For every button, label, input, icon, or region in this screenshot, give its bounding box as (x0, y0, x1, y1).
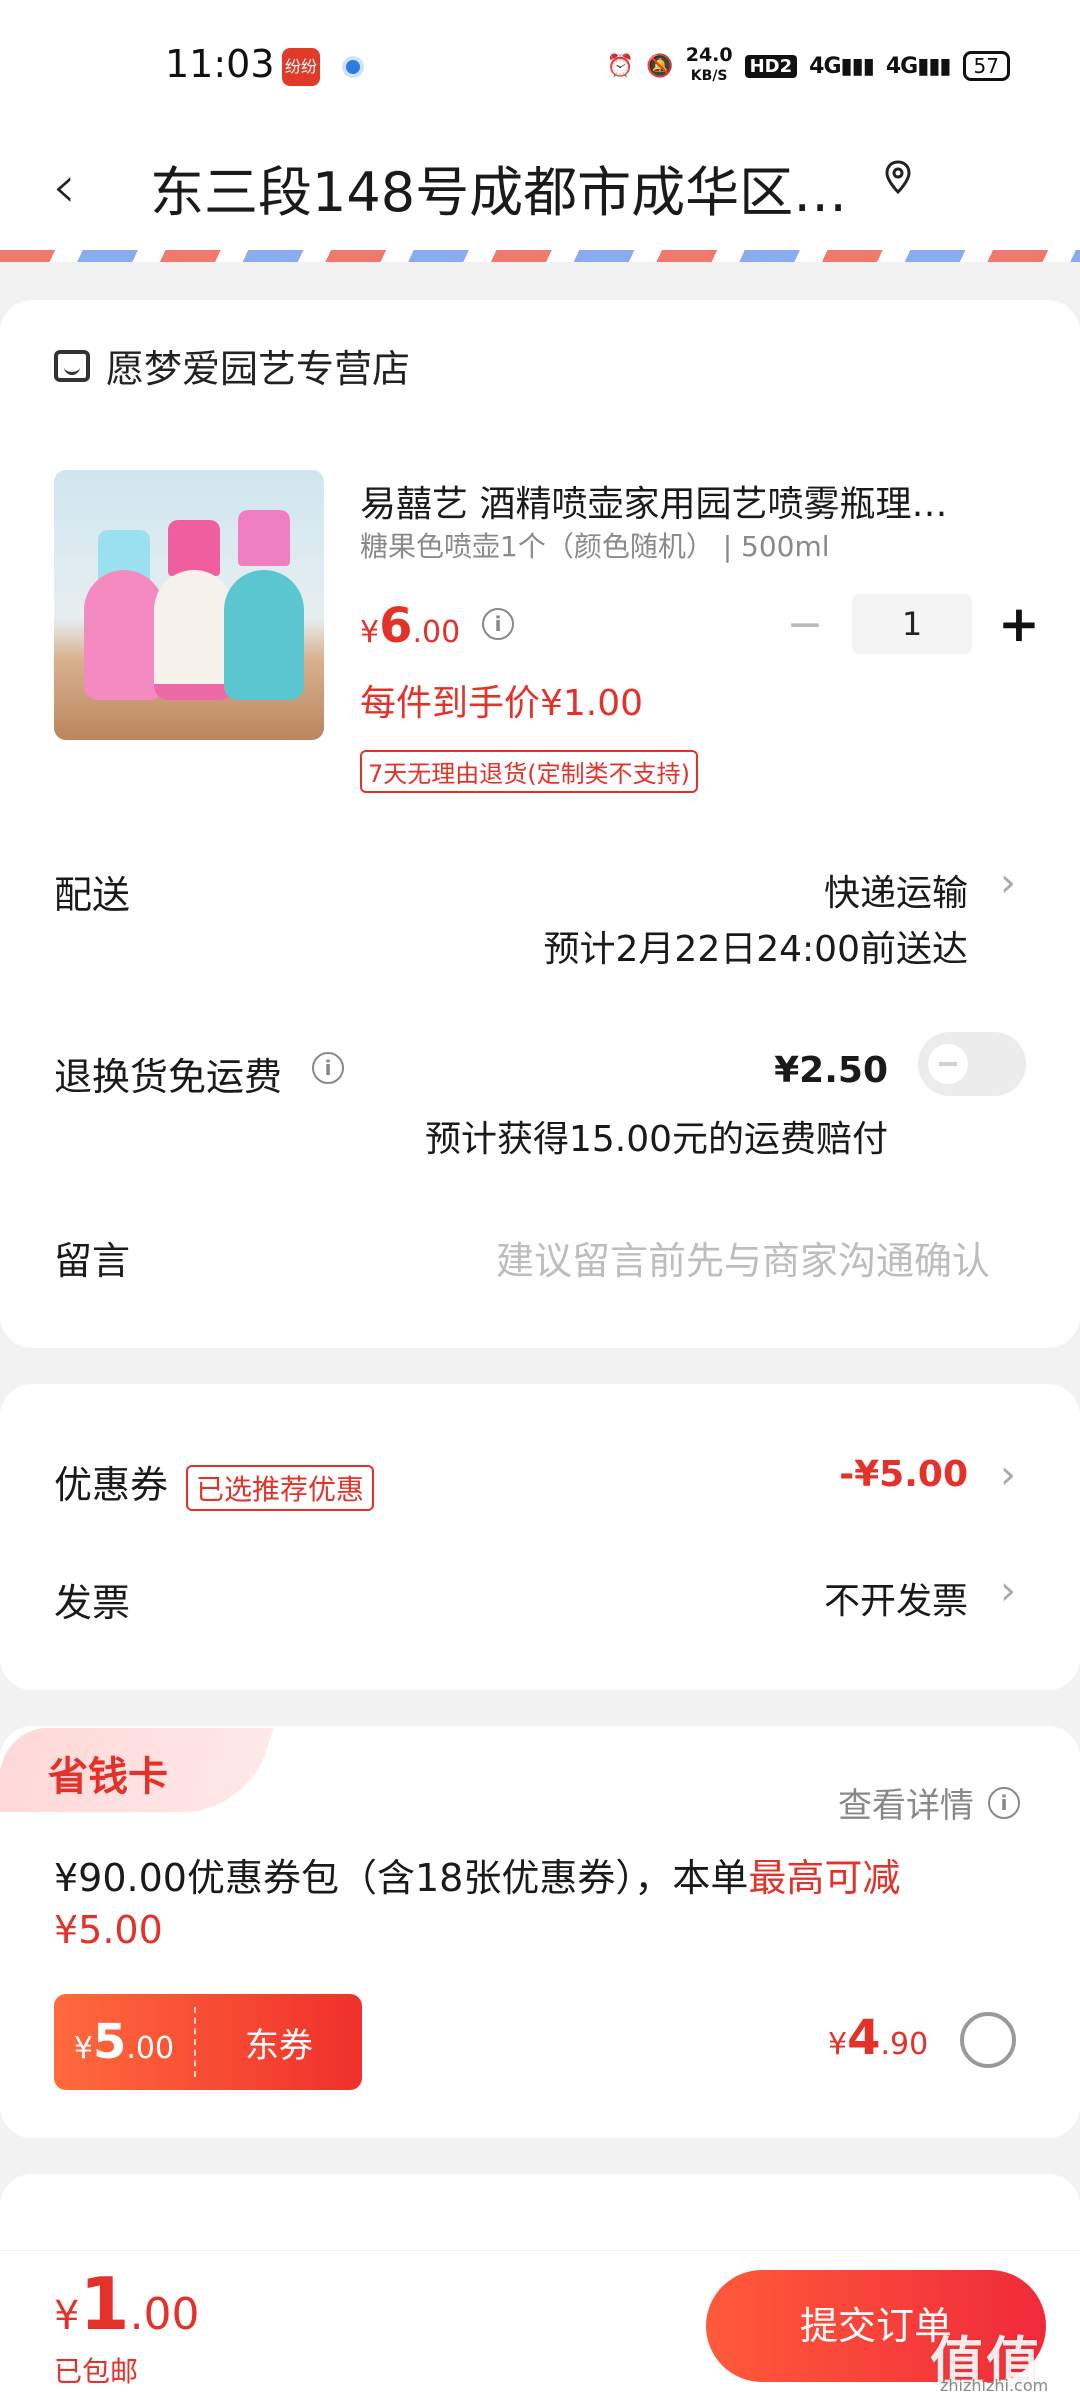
product-price: ¥6.00 (360, 598, 461, 654)
decrease-quantity-button[interactable]: − (780, 599, 830, 650)
header: ‹ 东三段148号成都市成华区… (0, 130, 1080, 250)
saver-card-description: ¥90.00优惠券包（含18张优惠券），本单最高可减 ¥5.00 (54, 1856, 901, 1952)
battery-icon: 57 (962, 51, 1010, 81)
return-shipping-label: 退换货免运费 (54, 1055, 283, 1099)
order-card (0, 300, 1080, 1348)
alarm-icon: ⏰ (606, 53, 635, 79)
quantity-stepper: − 1 + (780, 594, 1044, 654)
return-shipping-note: 预计获得15.00元的运费赔付 (424, 1119, 888, 1160)
location-pin-icon[interactable] (885, 160, 911, 194)
voucher-label: 东券 (245, 2025, 313, 2066)
watermark-url: zhizhizhi.com (940, 2376, 1049, 2395)
delivery-eta: 预计2月22日24:00前送达 (543, 929, 968, 970)
mute-icon: 🔕 (646, 53, 674, 79)
delivery-label: 配送 (54, 873, 131, 917)
return-shipping-toggle[interactable] (918, 1032, 1026, 1096)
airmail-divider (0, 250, 1080, 262)
saver-voucher: ¥5.00 东券 (54, 1994, 362, 2090)
store-name: 愿梦爱园艺专营店 (106, 347, 411, 391)
increase-quantity-button[interactable]: + (994, 595, 1044, 653)
hd-icon: HD2 (744, 54, 798, 78)
signal-icon-2: 4G▮▮▮ (885, 53, 952, 79)
product-spec[interactable]: 糖果色喷壶1个（颜色随机） | 500ml (360, 525, 830, 565)
saver-card-price: ¥4.90 (828, 2010, 929, 2066)
status-bar: 11:03 纷纷 ⏰ 🔕 24.0 KB/S HD2 4G▮▮▮ 4G▮▮▮ 5… (0, 0, 1080, 130)
invoice-chevron-icon[interactable]: › (1000, 1568, 1016, 1614)
product-image[interactable] (54, 470, 324, 740)
free-shipping-note: 已包邮 (54, 2355, 139, 2388)
product-title[interactable]: 易囍艺 酒精喷壶家用园艺喷雾瓶理… (360, 475, 1000, 527)
store-header[interactable]: 愿梦爱园艺专营店 (54, 338, 410, 393)
invoice-value[interactable]: 不开发票 (824, 1572, 968, 1624)
delivery-chevron-icon[interactable]: › (1000, 860, 1016, 906)
coupon-tag: 已选推荐优惠 (186, 1464, 375, 1511)
coupon-chevron-icon[interactable]: › (1000, 1452, 1016, 1498)
saver-card-title: 省钱卡 (48, 1754, 168, 1800)
per-item-price: 每件到手价¥1.00 (360, 683, 644, 724)
signal-icon-1: 4G▮▮▮ (809, 53, 875, 79)
voucher-amount: ¥5.00 (73, 2014, 175, 2070)
app-notification-icon: 纷纷 (282, 48, 320, 86)
net-speed: 24.0 KB/S (685, 44, 733, 85)
price-info-icon[interactable]: i (482, 608, 514, 640)
saver-info-icon: i (988, 1786, 1020, 1819)
status-time: 11:03 (165, 42, 275, 86)
invoice-label: 发票 (54, 1581, 131, 1625)
message-input[interactable]: 建议留言前先与商家沟通确认 (496, 1230, 990, 1285)
return-shipping-price: ¥2.50 (774, 1050, 888, 1091)
return-shipping-info-icon[interactable]: i (312, 1052, 344, 1084)
delivery-address[interactable]: 东三段148号成都市成华区… (150, 148, 850, 227)
order-total: ¥1.00 (54, 2262, 200, 2346)
coupon-value[interactable]: -¥5.00 (839, 1454, 968, 1495)
store-icon (54, 349, 90, 382)
message-label: 留言 (54, 1239, 131, 1283)
app-dot-icon (342, 56, 364, 78)
return-policy-badge: 7天无理由退货(定制类不支持) (360, 750, 698, 793)
back-icon[interactable]: ‹ (52, 152, 76, 222)
quantity-input[interactable]: 1 (852, 594, 972, 654)
delivery-method[interactable]: 快递运输 (824, 864, 968, 916)
status-icons: ⏰ 🔕 24.0 KB/S HD2 4G▮▮▮ 4G▮▮▮ 57 (607, 46, 1010, 86)
saver-card-radio[interactable] (960, 2012, 1016, 2068)
coupon-label[interactable]: 优惠券 已选推荐优惠 (54, 1454, 375, 1511)
discount-card (0, 1384, 1080, 1690)
saver-card-detail-link[interactable]: 查看详情 i (838, 1778, 1020, 1827)
